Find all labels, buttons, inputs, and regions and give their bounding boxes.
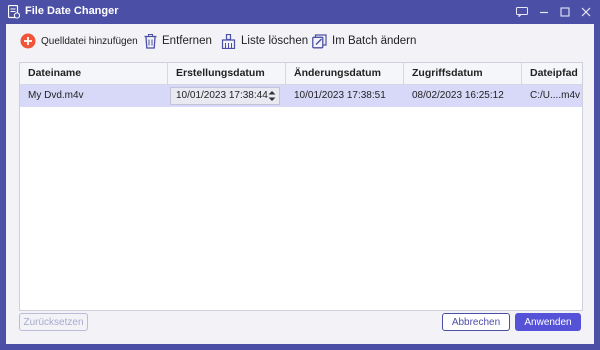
feedback-button[interactable]: [512, 2, 532, 22]
app-logo-icon: [8, 5, 20, 19]
table-header: Dateiname Erstellungsdatum Änderungsdatu…: [20, 63, 582, 85]
main-content: Quelldatei hinzufügen Entfernen Liste lö…: [6, 24, 594, 344]
cell-accessed: 08/02/2023 16:25:12: [412, 90, 504, 101]
maximize-button[interactable]: [555, 2, 575, 22]
app-window: File Date Changer Quelldatei hinzufügen …: [0, 0, 600, 350]
window-title: File Date Changer: [25, 5, 119, 17]
close-icon: [581, 7, 591, 17]
table-row[interactable]: My Dvd.m4v 10/01/2023 17:38:44 10/01/202…: [20, 85, 582, 107]
minimize-icon: [540, 11, 548, 14]
add-file-button[interactable]: Quelldatei hinzufügen: [20, 32, 138, 50]
column-header-modified[interactable]: Änderungsdatum: [286, 63, 404, 84]
column-header-filename[interactable]: Dateiname: [20, 63, 168, 84]
trash-icon: [144, 33, 157, 49]
batch-change-label: Im Batch ändern: [332, 35, 417, 47]
clear-list-label: Liste löschen: [241, 35, 309, 47]
created-date-value: 10/01/2023 17:38:44: [176, 90, 268, 101]
add-file-label: Quelldatei hinzufügen: [41, 35, 138, 47]
file-table: Dateiname Erstellungsdatum Änderungsdatu…: [19, 62, 583, 311]
cell-path: C:/U....m4v: [530, 90, 581, 101]
cancel-button[interactable]: Abbrechen: [442, 313, 510, 331]
maximize-icon: [560, 7, 570, 17]
plus-circle-icon: [20, 33, 36, 49]
apply-button[interactable]: Anwenden: [515, 313, 581, 331]
toolbar: Quelldatei hinzufügen Entfernen Liste lö…: [6, 24, 594, 58]
cell-modified: 10/01/2023 17:38:51: [294, 90, 386, 101]
column-header-created[interactable]: Erstellungsdatum: [168, 63, 286, 84]
batch-change-button[interactable]: Im Batch ändern: [312, 32, 416, 50]
clear-list-button[interactable]: Liste löschen: [221, 32, 308, 50]
created-date-editor[interactable]: 10/01/2023 17:38:44: [170, 87, 280, 105]
chat-icon: [516, 7, 528, 17]
title-bar[interactable]: File Date Changer: [0, 0, 600, 24]
broom-icon: [221, 33, 236, 49]
cell-filename: My Dvd.m4v: [28, 90, 84, 101]
spinner-arrows-icon[interactable]: [267, 89, 277, 103]
close-button[interactable]: [576, 2, 596, 22]
minimize-button[interactable]: [534, 2, 554, 22]
reset-button[interactable]: Zurücksetzen: [19, 313, 88, 331]
batch-edit-icon: [312, 33, 327, 48]
remove-label: Entfernen: [162, 35, 212, 47]
remove-button[interactable]: Entfernen: [144, 32, 212, 50]
column-header-accessed[interactable]: Zugriffsdatum: [404, 63, 522, 84]
column-header-path[interactable]: Dateipfad: [522, 63, 582, 84]
